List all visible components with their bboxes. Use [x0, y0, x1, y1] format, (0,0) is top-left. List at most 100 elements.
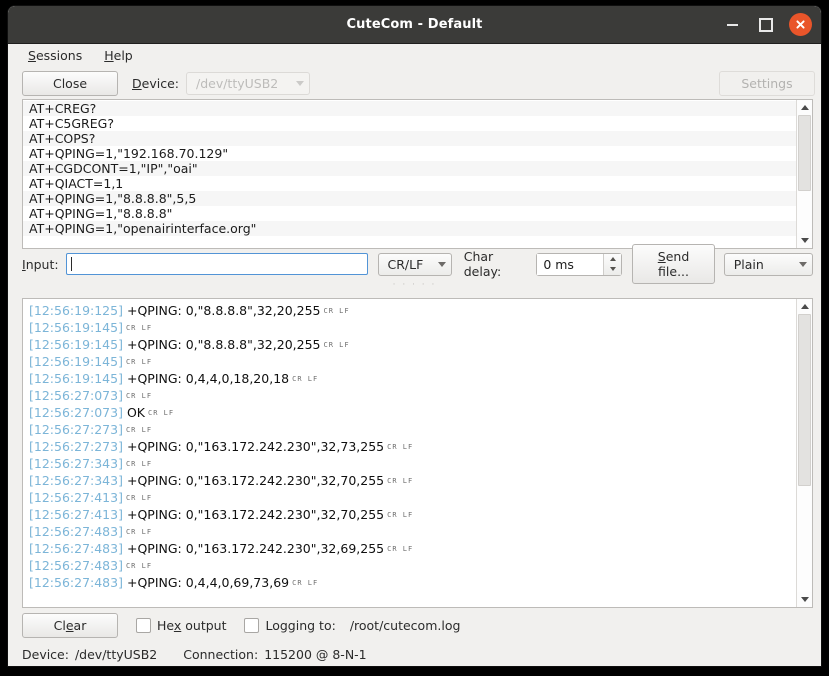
- log-message: +QPING: 0,"8.8.8.8",32,20,255: [126, 337, 321, 352]
- history-item[interactable]: AT+QPING=1,"8.8.8.8": [23, 206, 796, 221]
- log-line: [12:56:27:483] CR LF: [29, 557, 796, 574]
- char-delay-arrows[interactable]: [603, 253, 622, 275]
- history-item[interactable]: AT+QPING=1,"8.8.8.8",5,5: [23, 191, 796, 206]
- logging-checkbox[interactable]: Logging to:: [244, 617, 336, 633]
- history-item[interactable]: AT+QIACT=1,1: [23, 176, 796, 191]
- log-line: [12:56:27:343] +QPING: 0,"163.172.242.230…: [29, 472, 796, 489]
- title-bar: CuteCom - Default: [8, 6, 821, 44]
- line-ending-value: CR/LF: [387, 256, 424, 272]
- close-connection-button[interactable]: Close: [22, 70, 118, 96]
- log-line: [12:56:27:483] +QPING: 0,"163.172.242.230…: [29, 540, 796, 557]
- log-timestamp: [12:56:27:413]: [29, 490, 123, 505]
- history-scrollbar[interactable]: [796, 100, 812, 248]
- log-timestamp: [12:56:27:073]: [29, 405, 123, 420]
- log-line: [12:56:27:483] CR LF: [29, 523, 796, 540]
- status-device-label: Device:: [22, 646, 69, 662]
- window-controls: [721, 6, 812, 43]
- log-file-path: /root/cutecom.log: [349, 617, 461, 633]
- control-chars-icon: CR LF: [125, 562, 153, 570]
- log-scroll-thumb[interactable]: [798, 314, 811, 486]
- control-chars-icon: CR LF: [323, 341, 350, 349]
- settings-button[interactable]: Settings: [719, 70, 815, 96]
- history-item[interactable]: AT+C5GREG?: [23, 116, 796, 131]
- history-scroll-up-icon[interactable]: [797, 100, 812, 115]
- control-chars-icon: CR LF: [387, 477, 414, 485]
- log-line: [12:56:19:145] +QPING: 0,4,4,0,18,20,18 CR…: [29, 370, 796, 387]
- log-line: [12:56:27:273] CR LF: [29, 421, 796, 438]
- char-delay-label: Char delay:: [463, 249, 502, 279]
- connection-toolbar: Close Device: /dev/ttyUSB2 Settings: [8, 67, 821, 99]
- log-scroll-up-icon[interactable]: [797, 299, 812, 314]
- control-chars-icon: CR LF: [125, 460, 153, 468]
- chevron-down-icon: [295, 80, 304, 86]
- command-history-list[interactable]: AT+CREG? AT+C5GREG? AT+COPS? AT+QPING=1,"19…: [23, 100, 796, 248]
- log-timestamp: [12:56:19:145]: [29, 354, 123, 369]
- control-chars-icon: CR LF: [292, 375, 319, 383]
- hex-output-checkbox[interactable]: Hex output: [136, 617, 226, 633]
- control-chars-icon: CR LF: [148, 409, 175, 417]
- minimize-icon[interactable]: [721, 14, 743, 36]
- log-line: [12:56:27:273] +QPING: 0,"163.172.242.230…: [29, 438, 796, 455]
- log-timestamp: [12:56:27:483]: [29, 524, 123, 539]
- log-message: OK: [126, 405, 146, 420]
- log-timestamp: [12:56:27:413]: [29, 507, 123, 522]
- char-delay-value[interactable]: 0 ms: [537, 253, 604, 275]
- menu-help[interactable]: Help: [96, 46, 141, 65]
- log-message: +QPING: 0,4,4,0,69,73,69: [126, 575, 290, 590]
- history-scroll-track[interactable]: [797, 115, 812, 233]
- control-chars-icon: CR LF: [125, 392, 153, 400]
- log-timestamp: [12:56:27:073]: [29, 388, 123, 403]
- control-chars-icon: CR LF: [387, 545, 414, 553]
- history-item[interactable]: AT+COPS?: [23, 131, 796, 146]
- checkbox-icon: [244, 617, 260, 633]
- command-input[interactable]: [65, 253, 368, 275]
- device-select[interactable]: /dev/ttyUSB2: [185, 71, 310, 95]
- char-delay-decrement-icon[interactable]: [604, 264, 621, 275]
- line-ending-select[interactable]: CR/LF: [377, 252, 452, 276]
- text-caret: [70, 257, 72, 271]
- history-item[interactable]: AT+CGDCONT=1,"IP","oai": [23, 161, 796, 176]
- serial-log-list[interactable]: [12:56:19:125] +QPING: 0,"8.8.8.8",32,20,…: [23, 299, 796, 607]
- maximize-icon[interactable]: [755, 14, 777, 36]
- checkbox-icon: [136, 617, 151, 633]
- close-icon[interactable]: [789, 13, 812, 36]
- char-delay-stepper[interactable]: 0 ms: [536, 252, 623, 276]
- log-line: [12:56:19:125] +QPING: 0,"8.8.8.8",32,20,…: [29, 302, 796, 319]
- history-scroll-down-icon[interactable]: [797, 233, 812, 248]
- menu-help-label: elp: [113, 48, 133, 63]
- history-scroll-thumb[interactable]: [798, 115, 811, 192]
- clear-button[interactable]: Clear: [22, 612, 118, 638]
- chevron-down-icon: [798, 261, 807, 267]
- history-item[interactable]: AT+CREG?: [23, 101, 796, 116]
- chevron-down-icon: [437, 261, 446, 267]
- send-file-button[interactable]: Send file...: [632, 244, 715, 284]
- log-timestamp: [12:56:27:343]: [29, 456, 123, 471]
- log-line: [12:56:19:145] CR LF: [29, 353, 796, 370]
- serial-log-pane: [12:56:19:125] +QPING: 0,"8.8.8.8",32,20,…: [22, 298, 813, 608]
- menu-sessions[interactable]: Sessions: [20, 46, 90, 65]
- log-line: [12:56:19:145] +QPING: 0,"8.8.8.8",32,20,…: [29, 336, 796, 353]
- control-chars-icon: CR LF: [125, 494, 153, 502]
- log-scroll-down-icon[interactable]: [797, 592, 812, 607]
- send-mode-select[interactable]: Plain: [723, 252, 813, 276]
- log-line: [12:56:19:145] CR LF: [29, 319, 796, 336]
- log-timestamp: [12:56:19:145]: [29, 337, 123, 352]
- log-scrollbar[interactable]: [796, 299, 812, 607]
- log-timestamp: [12:56:27:483]: [29, 558, 123, 573]
- history-item[interactable]: AT+QPING=1,"openairinterface.org": [23, 221, 796, 236]
- status-bar: Device: /dev/ttyUSB2 Connection: 115200 …: [8, 642, 821, 666]
- input-toolbar: Input: CR/LF Char delay: 0 ms Send file.…: [8, 244, 821, 284]
- window-title: CuteCom - Default: [346, 17, 483, 32]
- control-chars-icon: CR LF: [387, 443, 414, 451]
- char-delay-increment-icon[interactable]: [604, 254, 621, 265]
- pane-splitter[interactable]: · · · · ·: [8, 279, 821, 291]
- send-mode-value: Plain: [733, 256, 764, 272]
- log-scroll-track[interactable]: [797, 314, 812, 592]
- log-line: [12:56:27:073] OK CR LF: [29, 404, 796, 421]
- log-timestamp: [12:56:27:273]: [29, 422, 123, 437]
- log-timestamp: [12:56:27:483]: [29, 575, 123, 590]
- menu-sessions-label: essions: [35, 48, 83, 63]
- control-chars-icon: CR LF: [125, 426, 153, 434]
- history-item[interactable]: AT+QPING=1,"192.168.70.129": [23, 146, 796, 161]
- log-timestamp: [12:56:19:125]: [29, 303, 123, 318]
